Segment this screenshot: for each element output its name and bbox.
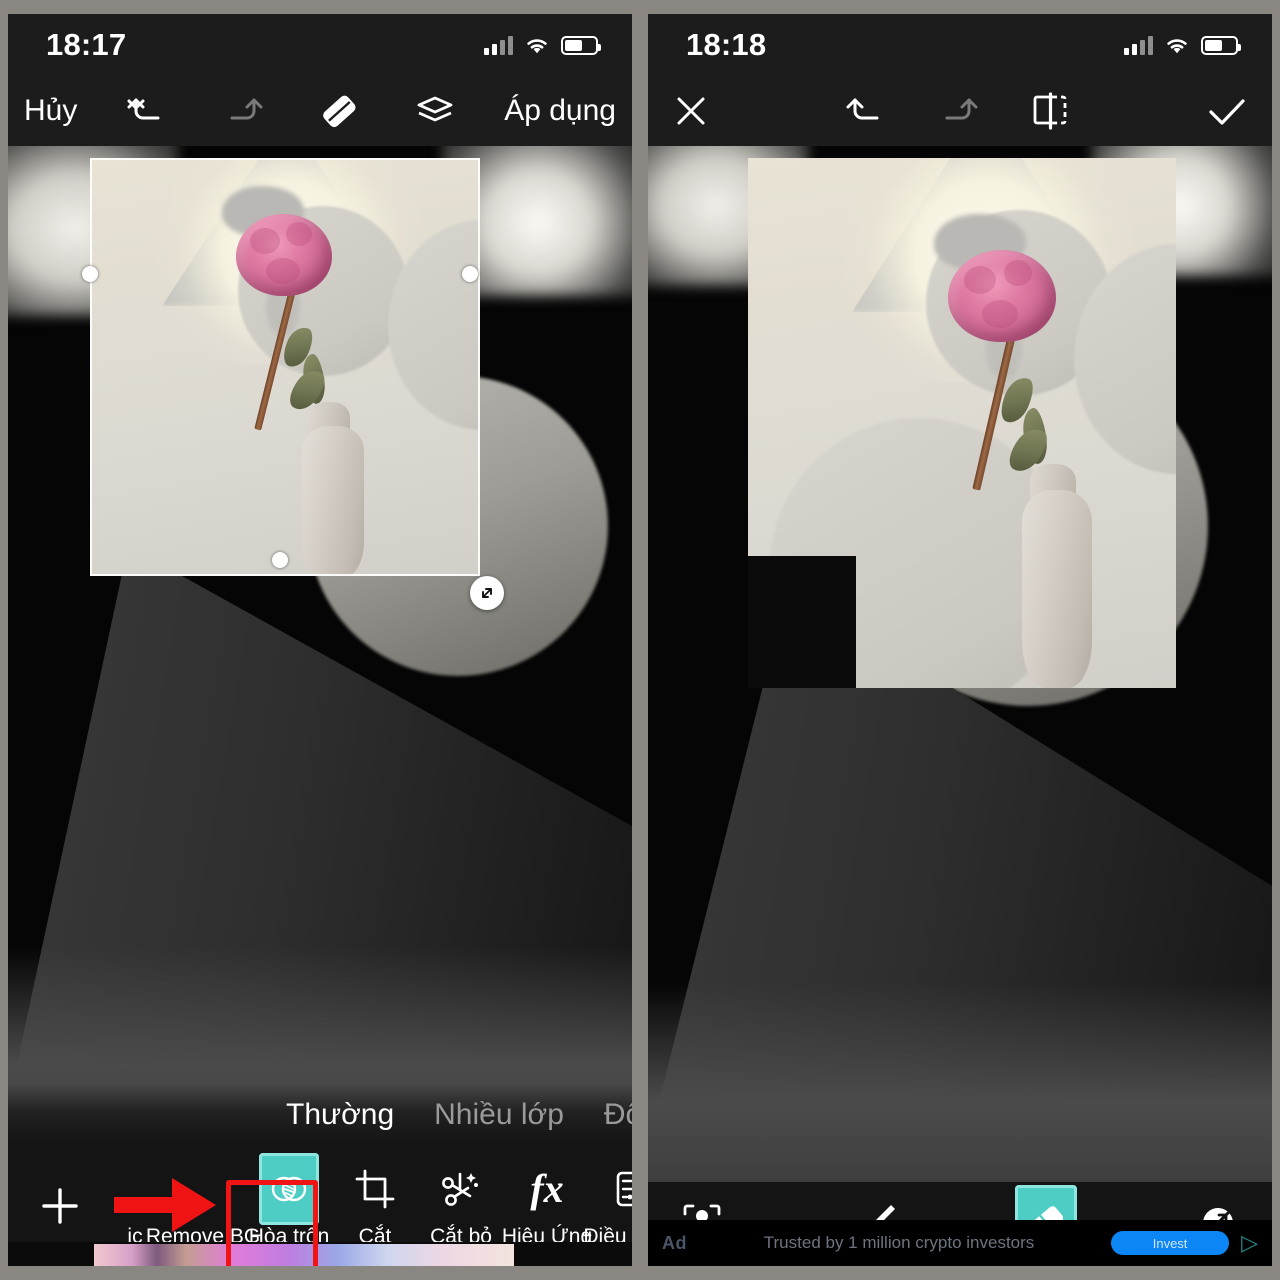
tool-blend[interactable]: Hòa trộn <box>246 1153 332 1249</box>
status-clock: 18:18 <box>686 27 767 62</box>
handle-bottom[interactable] <box>272 552 288 568</box>
checkmark-icon[interactable] <box>1204 90 1250 132</box>
apply-button[interactable]: Áp dụng <box>504 94 616 128</box>
add-layer-button[interactable] <box>18 1180 102 1232</box>
cutout-scissors-icon <box>438 1163 484 1215</box>
editor-canvas[interactable]: Thường Nhiều lớp Đốt cháy Mờ <box>8 146 632 1146</box>
blend-mode-option[interactable]: Nhiều lớp <box>434 1098 564 1132</box>
crop-icon <box>352 1163 398 1215</box>
blend-mode-option[interactable]: Thường <box>286 1098 394 1132</box>
undo-icon[interactable] <box>843 91 889 131</box>
tool-effects[interactable]: fx Hiệu Ứng <box>502 1163 592 1249</box>
tool-adjust[interactable]: Điều chỉnh <box>583 1163 632 1249</box>
cellular-signal-icon <box>484 35 513 55</box>
left-screenshot: 18:17 Hủy Áp dụng Thường Nhiều lớp Đ ic … <box>0 0 640 1280</box>
close-x-icon[interactable] <box>670 90 712 132</box>
compare-split-icon[interactable] <box>1027 89 1073 133</box>
wifi-icon <box>1164 36 1190 55</box>
editor-top-toolbar: Hủy Áp dụng <box>8 76 632 146</box>
tool-cutout[interactable]: Cắt bỏ <box>418 1163 504 1249</box>
resize-handle-icon[interactable] <box>470 576 504 610</box>
wifi-icon <box>524 36 550 55</box>
overlay-layer-image[interactable] <box>90 158 480 576</box>
eraser-icon[interactable] <box>316 91 362 131</box>
status-bar: 18:17 <box>8 14 632 76</box>
status-clock: 18:17 <box>46 27 127 62</box>
status-icon-group <box>1124 35 1241 55</box>
ad-logo: Ad <box>662 1232 687 1253</box>
status-icon-group <box>484 35 601 55</box>
eraser-canvas[interactable] <box>648 146 1272 1182</box>
ad-gradient-image <box>94 1244 514 1266</box>
tool-crop[interactable]: Cắt <box>332 1163 418 1249</box>
erased-region <box>748 556 856 688</box>
cancel-button[interactable]: Hủy <box>24 94 77 128</box>
adjust-sliders-icon <box>611 1163 632 1215</box>
battery-icon <box>1201 35 1241 55</box>
annotation-red-arrow <box>112 1168 220 1247</box>
redo-icon[interactable] <box>220 91 266 131</box>
screenshot-stage: 18:17 Hủy Áp dụng Thường Nhiều lớp Đ ic … <box>0 0 1280 1280</box>
overlay-layer-image[interactable] <box>748 158 1176 688</box>
fx-icon: fx <box>530 1166 564 1211</box>
redo-icon[interactable] <box>935 91 981 131</box>
status-bar: 18:18 <box>648 14 1272 76</box>
play-triangle-icon[interactable]: ▷ <box>1241 1232 1258 1254</box>
ad-cta-button[interactable]: Invest <box>1111 1231 1230 1255</box>
blend-icon <box>259 1153 319 1225</box>
undo-icon[interactable] <box>124 91 170 131</box>
right-phone-frame: 18:18 Ad Trusted by 1 million crypto inv… <box>648 14 1272 1266</box>
bottom-ad-strip[interactable] <box>8 1242 632 1266</box>
ad-text: Trusted by 1 million crypto investors <box>763 1233 1035 1252</box>
battery-icon <box>561 35 601 55</box>
ad-banner[interactable]: Ad Trusted by 1 million crypto investors… <box>648 1220 1272 1266</box>
handle-left[interactable] <box>82 266 98 282</box>
left-phone-frame: 18:17 Hủy Áp dụng Thường Nhiều lớp Đ ic … <box>8 14 632 1266</box>
handle-right[interactable] <box>462 266 478 282</box>
cellular-signal-icon <box>1124 35 1153 55</box>
plus-icon <box>36 1180 84 1232</box>
eraser-top-toolbar <box>648 76 1272 146</box>
right-screenshot: 18:18 Ad Trusted by 1 million crypto inv… <box>640 0 1280 1280</box>
blend-mode-option[interactable]: Đốt cháy Mờ <box>604 1098 632 1132</box>
blend-mode-list[interactable]: Thường Nhiều lớp Đốt cháy Mờ <box>8 1084 632 1146</box>
layers-icon[interactable] <box>412 91 458 131</box>
